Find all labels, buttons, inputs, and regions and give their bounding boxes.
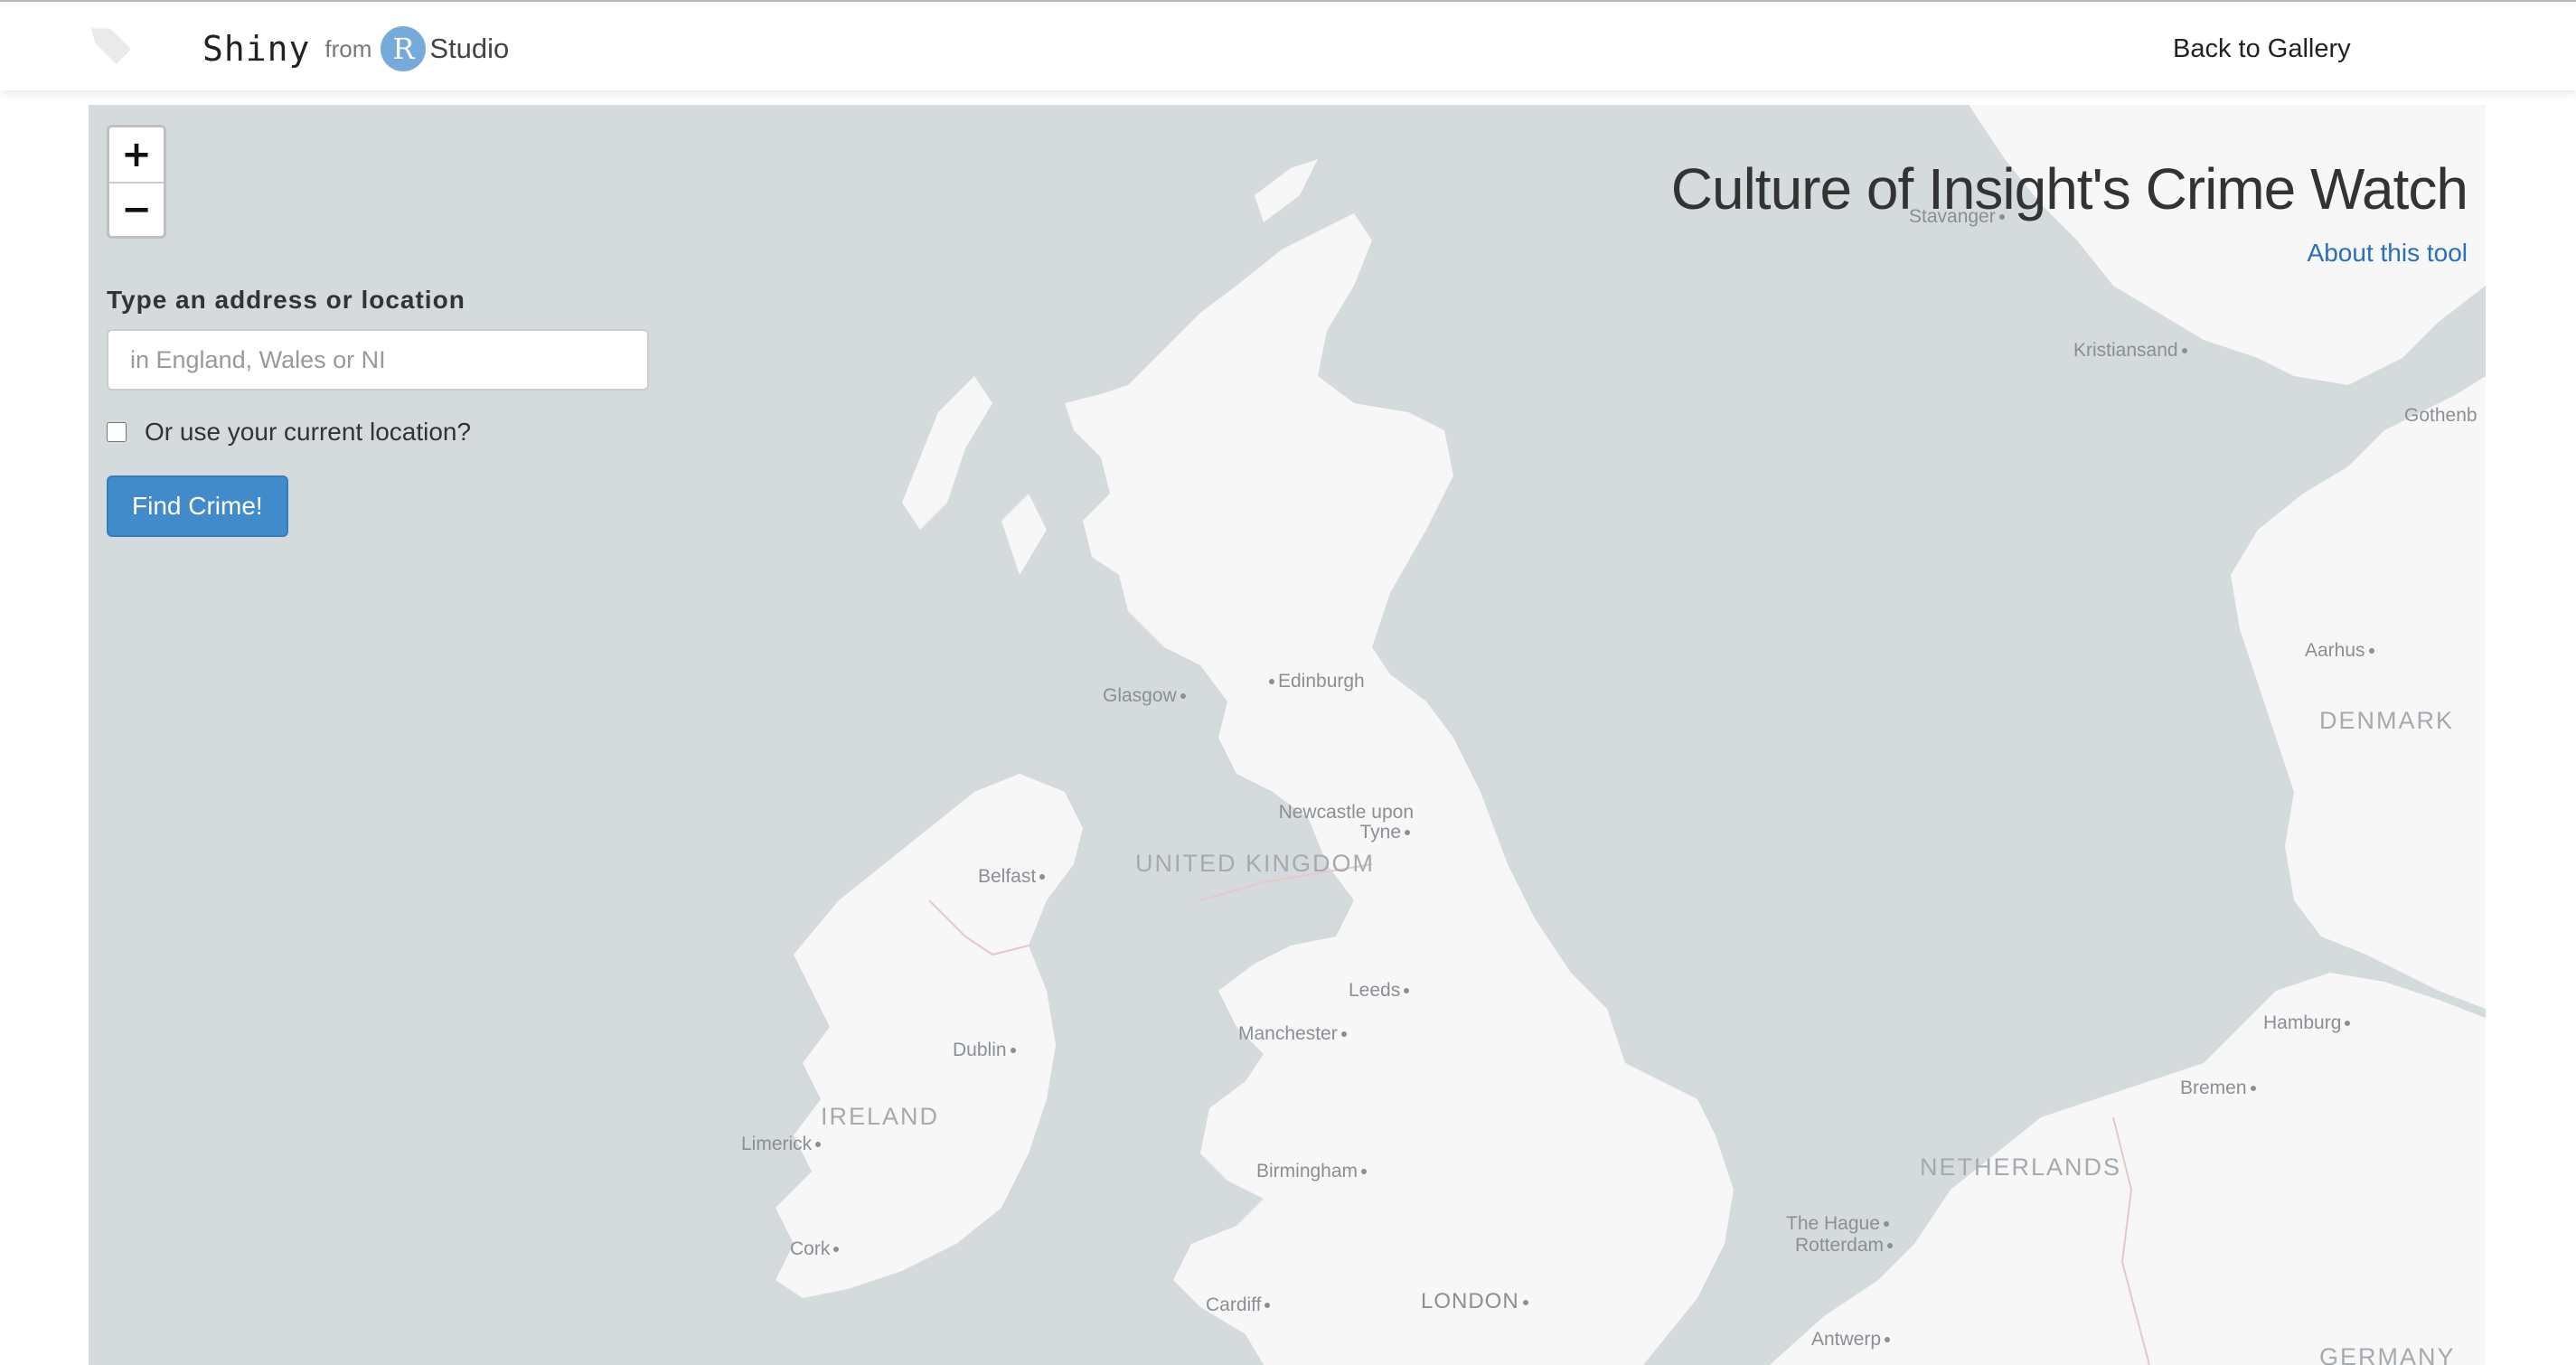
map-label-cardiff: Cardiff <box>1206 1294 1274 1316</box>
map-label-antwerp: Antwerp <box>1811 1329 1894 1351</box>
search-controls: Type an address or location Or use your … <box>107 286 667 537</box>
map-label-aarhus: Aarhus <box>2305 640 2378 662</box>
map-label-kristiansand: Kristiansand <box>2073 340 2191 362</box>
denmark-shape <box>2231 376 2486 1009</box>
map-label-the-hague: The Hague <box>1786 1213 1893 1235</box>
brand-studio-text: Studio <box>429 33 510 64</box>
map-label-leeds: Leeds <box>1349 980 1413 1002</box>
current-location-checkbox[interactable] <box>107 422 127 442</box>
map-label-limerick: Limerick <box>741 1134 824 1155</box>
brand-shiny-text: Shiny <box>202 29 311 69</box>
map-label-cork: Cork <box>790 1238 842 1260</box>
zoom-out-button[interactable]: − <box>109 182 164 236</box>
back-to-gallery-link[interactable]: Back to Gallery <box>2173 34 2351 64</box>
map-label-glasgow: Glasgow <box>1103 685 1189 707</box>
zoom-control: + − <box>107 125 166 239</box>
address-input[interactable] <box>107 329 649 391</box>
r-logo-icon: R <box>381 26 427 71</box>
map-label-london: LONDON <box>1421 1289 1532 1314</box>
map-label-birmingham: Birmingham <box>1256 1161 1370 1182</box>
find-crime-button[interactable]: Find Crime! <box>107 475 288 537</box>
map-label-bremen: Bremen <box>2180 1078 2260 1099</box>
shiny-logo[interactable]: Shiny from R Studio <box>202 22 509 76</box>
brand-from-text: from <box>324 34 372 62</box>
page-title: Culture of Insight's Crime Watch <box>1670 156 2468 221</box>
great-britain-shape <box>1065 213 1734 1365</box>
map-label-newcastle: Newcastle upon Tyne <box>1278 802 1414 843</box>
zoom-in-button[interactable]: + <box>109 127 164 182</box>
map-label-belfast: Belfast <box>978 866 1048 888</box>
current-location-label: Or use your current location? <box>145 418 472 446</box>
map-label-hamburg: Hamburg <box>2263 1012 2354 1034</box>
top-navbar: Shiny from R Studio Back to Gallery <box>0 0 2576 90</box>
map-label-dublin: Dublin <box>953 1040 1020 1061</box>
about-this-tool-link[interactable]: About this tool <box>2308 239 2468 268</box>
current-location-row: Or use your current location? <box>107 418 667 447</box>
map-label-united-kingdom: UNITED KINGDOM <box>1135 850 1376 877</box>
map-label-denmark: DENMARK <box>2319 707 2455 734</box>
ireland-shape <box>776 774 1083 1298</box>
map-label-gothenburg: Gothenb <box>2404 405 2477 426</box>
map-label-edinburgh: Edinburgh <box>1265 671 1365 692</box>
map-label-manchester: Manchester <box>1238 1023 1350 1045</box>
map-view[interactable]: Stavanger Kristiansand Gothenb Aarhus DE… <box>89 105 2486 1365</box>
continent-shape <box>1770 973 2486 1365</box>
address-label: Type an address or location <box>107 286 465 314</box>
tag-icon <box>90 28 131 64</box>
map-label-ireland: IRELAND <box>821 1103 940 1130</box>
map-label-germany: GERMANY <box>2319 1343 2456 1365</box>
map-label-rotterdam: Rotterdam <box>1795 1235 1896 1257</box>
map-label-netherlands: NETHERLANDS <box>1920 1153 2122 1181</box>
